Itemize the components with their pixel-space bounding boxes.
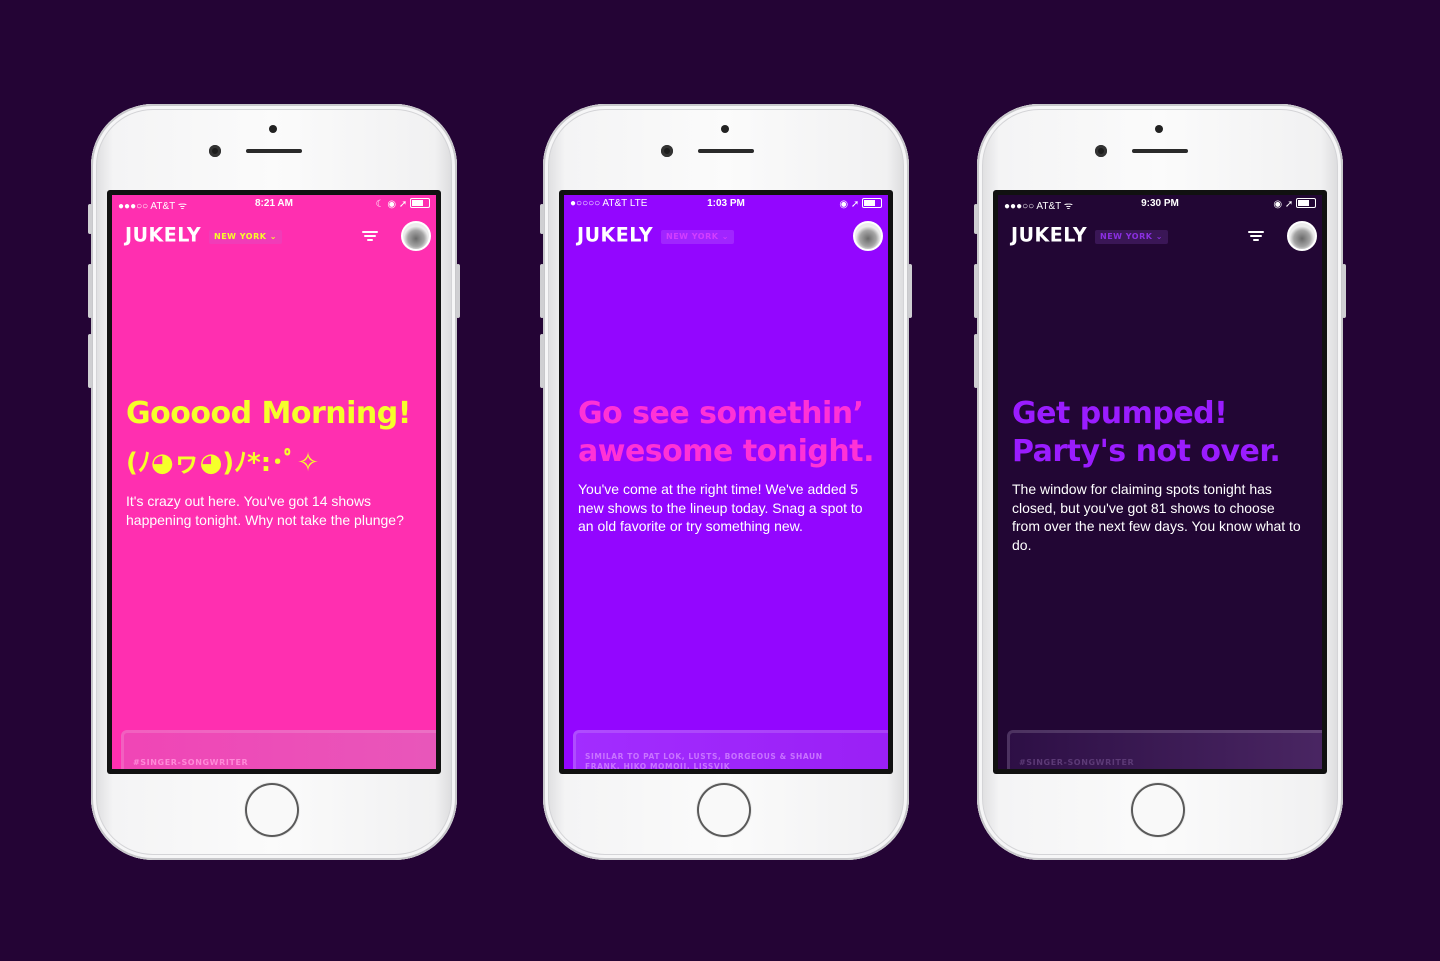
show-card[interactable]: SIMILAR TO PAT LOK, LUSTS, BORGEOUS & SH…: [573, 730, 888, 769]
app-view: ●○○○○ AT&T LTE 1:03 PM ◉ ➚ JUKELY NEW YO…: [564, 195, 888, 769]
avatar[interactable]: [401, 221, 431, 251]
app-view: ●●●○○ AT&T ᯤ 9:30 PM ◉ ➚ JUKELY NEW YORK…: [998, 195, 1322, 769]
phone-afternoon: ●○○○○ AT&T LTE 1:03 PM ◉ ➚ JUKELY NEW YO…: [540, 104, 912, 860]
sensor-dot: [269, 125, 277, 133]
avatar[interactable]: [1287, 221, 1317, 251]
greeting-body: The window for claiming spots tonight ha…: [1012, 481, 1301, 553]
app-header: JUKELY NEW YORK ⌄: [564, 221, 888, 251]
battery-icon: [862, 198, 882, 208]
similar-artists-label: SIMILAR TO PAT LOK, LUSTS, BORGEOUS & SH…: [585, 752, 823, 769]
jukely-logo[interactable]: JUKELY: [577, 223, 653, 246]
volume-down-button: [88, 334, 92, 388]
show-card[interactable]: #SINGER-SONGWRITER: [121, 730, 436, 769]
status-icons: ◉ ➚: [1273, 198, 1316, 210]
home-button: [245, 783, 299, 837]
screen: ●○○○○ AT&T LTE 1:03 PM ◉ ➚ JUKELY NEW YO…: [559, 190, 893, 774]
jukely-logo[interactable]: JUKELY: [125, 223, 201, 246]
status-bar: ●●●○○ AT&T ᯤ 8:21 AM ☾ ◉ ➚: [112, 195, 436, 213]
status-icons: ☾ ◉ ➚: [376, 198, 430, 210]
status-bar: ●○○○○ AT&T LTE 1:03 PM ◉ ➚: [564, 195, 888, 213]
front-camera: [1095, 145, 1107, 157]
greeting-body: You've come at the right time! We've add…: [578, 481, 863, 534]
screen: ●●●○○ AT&T ᯤ 8:21 AM ☾ ◉ ➚ JUKELY NEW YO…: [107, 190, 441, 774]
volume-up-button: [540, 264, 544, 318]
status-icons-text: ◉ ➚: [1273, 199, 1294, 210]
show-card[interactable]: #SINGER-SONGWRITER: [1007, 730, 1322, 769]
avatar[interactable]: [853, 221, 883, 251]
power-button: [908, 264, 912, 318]
power-button: [1342, 264, 1346, 318]
app-view: ●●●○○ AT&T ᯤ 8:21 AM ☾ ◉ ➚ JUKELY NEW YO…: [112, 195, 436, 769]
city-selector[interactable]: NEW YORK ⌄: [1095, 230, 1168, 244]
city-selector[interactable]: NEW YORK ⌄: [209, 230, 282, 244]
genre-tag: #SINGER-SONGWRITER: [1019, 758, 1135, 767]
power-button: [456, 264, 460, 318]
greeting-headline: Gooood Morning!: [126, 396, 411, 431]
earpiece: [246, 149, 302, 153]
mute-switch: [974, 204, 978, 234]
greeting-headline: Get pumped! Party's not over.: [1012, 396, 1281, 469]
battery-icon: [410, 198, 430, 208]
filter-icon[interactable]: [362, 229, 378, 243]
earpiece: [698, 149, 754, 153]
mute-switch: [88, 204, 92, 234]
volume-up-button: [88, 264, 92, 318]
sensor-dot: [721, 125, 729, 133]
home-button: [1131, 783, 1185, 837]
city-selector[interactable]: NEW YORK ⌄: [661, 230, 734, 244]
battery-icon: [1296, 198, 1316, 208]
front-camera: [209, 145, 221, 157]
app-header: JUKELY NEW YORK ⌄: [112, 221, 436, 251]
app-header: JUKELY NEW YORK ⌄: [998, 221, 1322, 251]
volume-up-button: [974, 264, 978, 318]
greeting-body: It's crazy out here. You've got 14 shows…: [126, 493, 404, 528]
front-camera: [661, 145, 673, 157]
kaomoji: (ﾉ◕ヮ◕)ﾉ*:･ﾟ✧: [126, 448, 319, 478]
status-icons-text: ◉ ➚: [839, 199, 860, 210]
status-bar: ●●●○○ AT&T ᯤ 9:30 PM ◉ ➚: [998, 195, 1322, 213]
volume-down-button: [974, 334, 978, 388]
genre-tag: #SINGER-SONGWRITER: [133, 758, 249, 767]
status-icons-text: ☾ ◉ ➚: [375, 199, 408, 210]
volume-down-button: [540, 334, 544, 388]
earpiece: [1132, 149, 1188, 153]
filter-icon[interactable]: [1248, 229, 1264, 243]
phone-morning: ●●●○○ AT&T ᯤ 8:21 AM ☾ ◉ ➚ JUKELY NEW YO…: [88, 104, 460, 860]
home-button: [697, 783, 751, 837]
screen: ●●●○○ AT&T ᯤ 9:30 PM ◉ ➚ JUKELY NEW YORK…: [993, 190, 1327, 774]
phone-night: ●●●○○ AT&T ᯤ 9:30 PM ◉ ➚ JUKELY NEW YORK…: [974, 104, 1346, 860]
status-icons: ◉ ➚: [839, 198, 882, 210]
greeting-headline: Go see somethin’ awesome tonight.: [578, 396, 874, 469]
jukely-logo[interactable]: JUKELY: [1011, 223, 1087, 246]
mute-switch: [540, 204, 544, 234]
sensor-dot: [1155, 125, 1163, 133]
